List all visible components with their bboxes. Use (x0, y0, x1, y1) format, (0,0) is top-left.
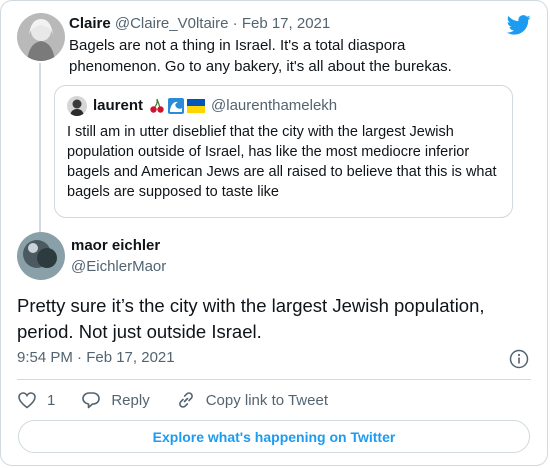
quoted-tweet-text: I still am in utter diseblief that the c… (67, 124, 497, 200)
twitter-bird-icon[interactable] (507, 15, 531, 35)
main-author-name[interactable]: maor eichler (71, 237, 160, 254)
copy-link-label: Copy link to Tweet (205, 391, 328, 409)
laurent-avatar (67, 96, 87, 116)
cherry-icon (150, 98, 164, 113)
quoted-author-emoji (149, 98, 206, 114)
quoted-tweet[interactable]: laurent @laurenthamelekh I still am in u (54, 85, 513, 218)
parent-author-name[interactable]: Claire (69, 15, 111, 32)
reply-label: Reply (111, 391, 150, 409)
ukraine-flag-icon (187, 99, 206, 113)
copy-link-button[interactable]: Copy link to Tweet (176, 390, 328, 410)
heart-icon (18, 392, 36, 409)
divider (17, 379, 531, 380)
tweet-embed-card: Claire @Claire_V0ltaire · Feb 17, 2021 B… (0, 0, 548, 466)
parent-separator: · (232, 15, 238, 32)
reply-icon (82, 392, 101, 409)
link-icon (178, 392, 193, 408)
parent-tweet-content: Claire @Claire_V0ltaire · Feb 17, 2021 B… (69, 13, 501, 77)
parent-tweet-text: Bagels are not a thing in Israel. It's a… (69, 37, 452, 75)
main-timestamp[interactable]: 9:54 PM · Feb 17, 2021 (17, 349, 175, 366)
thread-line (39, 63, 41, 233)
maor-avatar[interactable] (17, 232, 65, 280)
quoted-header: laurent @laurenthamelekh (67, 96, 500, 116)
main-tweet-text: Pretty sure it’s the city with the large… (17, 295, 485, 342)
quoted-author-handle: @laurenthamelekh (211, 97, 338, 114)
wave-icon (168, 98, 185, 114)
quoted-author-name: laurent (93, 97, 144, 114)
claire-avatar[interactable] (17, 13, 65, 61)
tweet-actions: 1 Reply Copy link to Tweet (17, 389, 354, 411)
parent-author-handle[interactable]: @Claire_V0ltaire (115, 15, 229, 32)
like-count: 1 (47, 391, 56, 409)
parent-date[interactable]: Feb 17, 2021 (242, 15, 330, 32)
reply-button[interactable]: Reply (81, 390, 150, 410)
info-icon[interactable] (509, 349, 529, 369)
parent-header: Claire @Claire_V0ltaire · Feb 17, 2021 (69, 13, 501, 35)
explore-button[interactable]: Explore what's happening on Twitter (18, 420, 530, 453)
main-author-handle[interactable]: @EichlerMaor (71, 258, 166, 275)
like-button[interactable]: 1 (17, 390, 55, 410)
